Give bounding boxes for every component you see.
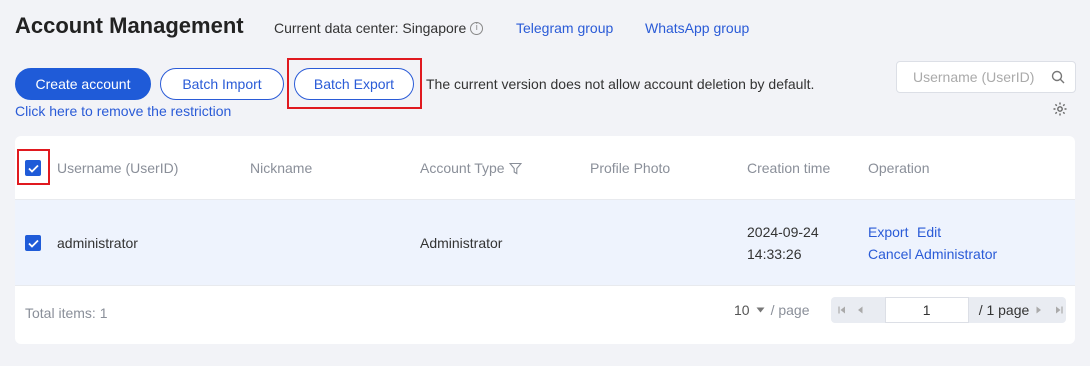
- accounts-table-card: Username (UserID) Nickname Account Type …: [15, 136, 1075, 344]
- page-size-value: 10: [734, 302, 750, 318]
- page-size-selector[interactable]: 10 / page: [734, 302, 810, 318]
- gear-icon[interactable]: [1052, 101, 1068, 117]
- info-icon[interactable]: i: [470, 21, 484, 35]
- table-row: administrator Administrator 2024-09-24 1…: [15, 200, 1075, 286]
- column-profile-photo: Profile Photo: [590, 160, 671, 176]
- search-box: [896, 61, 1076, 93]
- table-header: Username (UserID) Nickname Account Type …: [15, 136, 1075, 200]
- search-input[interactable]: [913, 69, 1051, 85]
- table-footer: Total items: 1 10 / page / 1 page: [15, 286, 1075, 344]
- whatsapp-group-link[interactable]: WhatsApp group: [645, 20, 749, 36]
- filter-icon[interactable]: [508, 162, 522, 175]
- cancel-administrator-link[interactable]: Cancel Administrator: [868, 246, 997, 262]
- last-page-icon: [1056, 306, 1063, 314]
- prev-page-button[interactable]: [853, 297, 867, 323]
- page-size-suffix: / page: [770, 302, 810, 318]
- column-nickname: Nickname: [250, 160, 313, 176]
- next-page-icon: [1036, 306, 1042, 314]
- total-pages: / 1 page: [978, 302, 1030, 318]
- pagination: / 1 page: [831, 297, 1066, 323]
- row-checkbox[interactable]: [25, 235, 41, 251]
- search-icon[interactable]: [1051, 70, 1065, 84]
- prev-page-icon: [857, 306, 863, 314]
- cell-account-type: Administrator: [420, 235, 503, 251]
- column-creation-time: Creation time: [747, 160, 831, 176]
- select-all-highlight: [17, 149, 50, 185]
- next-page-button[interactable]: [1032, 297, 1046, 323]
- column-username: Username (UserID): [57, 160, 179, 176]
- batch-import-button[interactable]: Batch Import: [160, 68, 284, 100]
- remove-restriction-link[interactable]: Click here to remove the restriction: [15, 103, 231, 119]
- export-link[interactable]: Export: [868, 224, 908, 240]
- caret-down-icon: [756, 307, 765, 313]
- page-title: Account Management: [15, 13, 244, 38]
- first-page-icon: [838, 306, 845, 314]
- edit-link[interactable]: Edit: [917, 224, 941, 240]
- deletion-notice: The current version does not allow accou…: [426, 76, 815, 92]
- cell-username: administrator: [57, 235, 138, 251]
- column-account-type: Account Type: [420, 160, 522, 176]
- data-center-info: Current data center: Singapore i: [274, 20, 484, 36]
- first-page-button[interactable]: [835, 297, 849, 323]
- column-account-type-label: Account Type: [420, 160, 505, 176]
- last-page-button[interactable]: [1052, 297, 1066, 323]
- page-number-input[interactable]: [884, 297, 969, 323]
- cell-creation-date: 2024-09-24: [747, 224, 819, 240]
- telegram-group-link[interactable]: Telegram group: [516, 20, 613, 36]
- create-account-button[interactable]: Create account: [15, 68, 151, 100]
- cell-creation-time: 14:33:26: [747, 246, 802, 262]
- data-center-label: Current data center: Singapore: [274, 20, 467, 36]
- total-items: Total items: 1: [25, 305, 108, 321]
- batch-export-highlight: [287, 58, 422, 109]
- column-operation: Operation: [868, 160, 930, 176]
